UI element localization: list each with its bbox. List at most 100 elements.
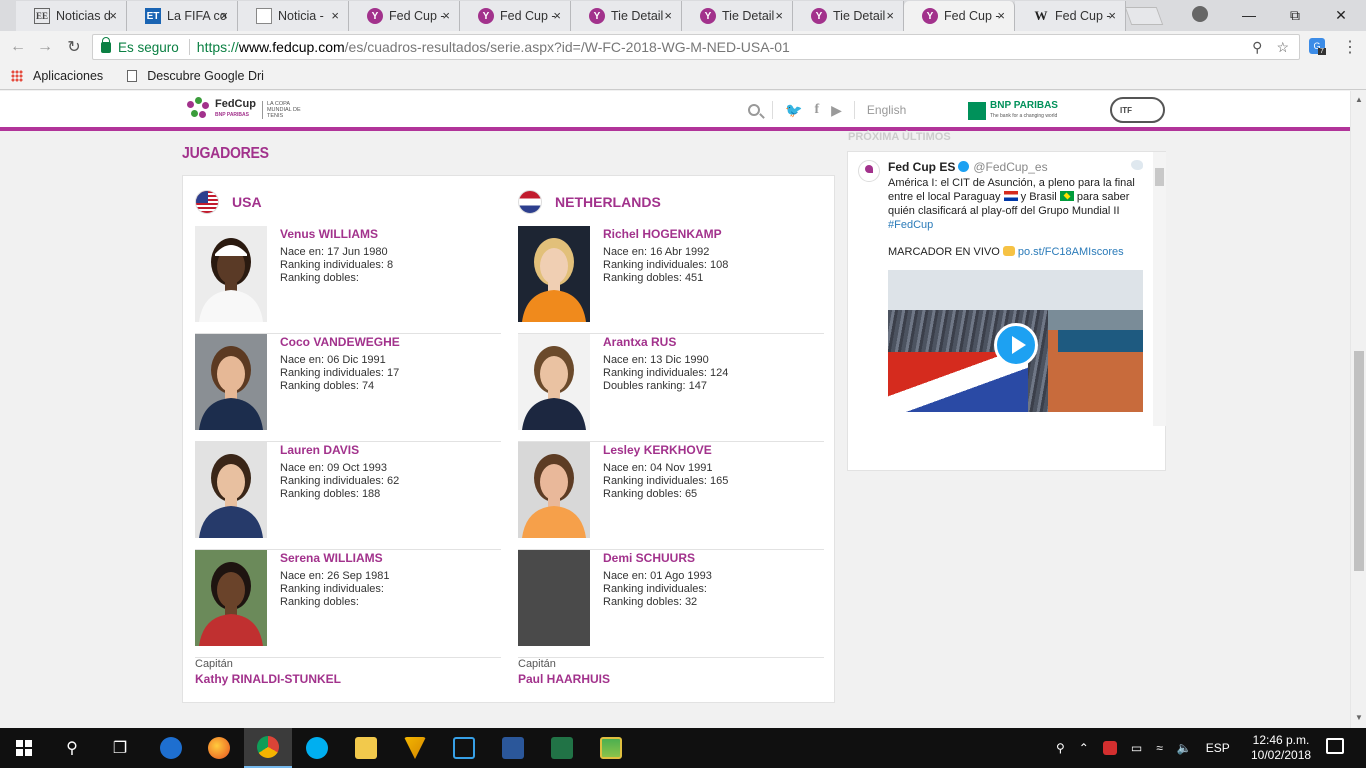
player-singles-ranking: Ranking individuales:: [280, 583, 384, 595]
player-photo[interactable]: [518, 226, 590, 322]
edge-app[interactable]: [147, 728, 195, 768]
address-bar[interactable]: Es seguro https:// www.fedcup.com /es/cu…: [92, 34, 1300, 60]
player-name-link[interactable]: Venus WILLIAMS: [280, 227, 378, 241]
vlc-app[interactable]: [391, 728, 439, 768]
tweet-video[interactable]: [888, 270, 1143, 412]
youtube-icon[interactable]: ▶: [831, 102, 842, 119]
tab-close-icon[interactable]: ×: [553, 8, 561, 23]
search-button[interactable]: ⚲: [48, 728, 96, 768]
browser-tab[interactable]: W Fed Cup - ×: [1015, 1, 1126, 31]
browser-tab[interactable]: Y Fed Cup - ×: [460, 1, 571, 31]
volume-icon[interactable]: 🔈: [1177, 741, 1192, 755]
scroll-up-icon[interactable]: ▲: [1355, 95, 1363, 104]
antivirus-icon[interactable]: [1102, 741, 1117, 755]
snipping-app[interactable]: [440, 728, 488, 768]
photos-app[interactable]: [587, 728, 635, 768]
people-icon[interactable]: ⚲: [1056, 741, 1065, 755]
excel-app[interactable]: [538, 728, 586, 768]
tab-close-icon[interactable]: ×: [1108, 8, 1116, 23]
page-scrollbar[interactable]: ▲ ▼: [1350, 91, 1366, 728]
player-name-link[interactable]: Lauren DAVIS: [280, 443, 359, 457]
browser-tab[interactable]: Y Tie Detail ×: [793, 1, 904, 31]
scroll-down-icon[interactable]: ▼: [1355, 713, 1363, 722]
forward-button[interactable]: →: [35, 37, 55, 57]
player-photo[interactable]: [195, 226, 267, 322]
player-doubles-ranking: Ranking dobles: 65: [603, 488, 698, 500]
player-name-link[interactable]: Serena WILLIAMS: [280, 551, 383, 565]
player-photo[interactable]: [518, 334, 590, 430]
tab-favicon-icon: Y: [589, 8, 605, 24]
player-name-link[interactable]: Richel HOGENKAMP: [603, 227, 722, 241]
tab-close-icon[interactable]: ×: [886, 8, 894, 23]
tab-close-icon[interactable]: ×: [442, 8, 450, 23]
browser-tab[interactable]: EE Noticias d ×: [16, 1, 127, 31]
fedcup-logo[interactable]: FedCup BNP PARIBAS LA COPA MUNDIAL DE TE…: [183, 95, 308, 125]
clock[interactable]: 12:46 p.m. 10/02/2018: [1251, 733, 1311, 763]
scrollbar-thumb[interactable]: [1354, 351, 1364, 571]
battery-icon[interactable]: ▭: [1131, 741, 1142, 755]
player-name-link[interactable]: Coco VANDEWEGHE: [280, 335, 400, 349]
player-name-link[interactable]: Lesley KERKHOVE: [603, 443, 712, 457]
captain-name-link[interactable]: Paul HAARHUIS: [518, 672, 610, 686]
language-link[interactable]: English: [867, 103, 906, 117]
tab-close-icon[interactable]: ×: [664, 8, 672, 23]
bookmark-google-drive[interactable]: Descubre Google Dri: [147, 69, 264, 83]
chrome-app[interactable]: [244, 728, 292, 768]
profile-icon[interactable]: [1192, 6, 1208, 22]
skype-app[interactable]: [293, 728, 341, 768]
tweet-author[interactable]: Fed Cup ES @FedCup_es: [888, 160, 1048, 174]
team-name[interactable]: USA: [232, 194, 262, 210]
player-name-link[interactable]: Demi SCHUURS: [603, 551, 695, 565]
tab-close-icon[interactable]: ×: [775, 8, 783, 23]
word-app[interactable]: [489, 728, 537, 768]
player-photo[interactable]: [518, 550, 590, 646]
firefox-app[interactable]: [195, 728, 243, 768]
minimize-button[interactable]: —: [1226, 0, 1272, 30]
itf-logo[interactable]: ITF: [1110, 97, 1165, 123]
wifi-icon[interactable]: ≈: [1156, 741, 1163, 755]
live-scores-link[interactable]: po.st/FC18AMIscores: [1018, 246, 1124, 258]
tab-close-icon[interactable]: ×: [997, 8, 1005, 23]
bookmark-star-icon[interactable]: ☆: [1276, 39, 1289, 56]
twitter-avatar[interactable]: [858, 160, 880, 182]
start-button[interactable]: [0, 728, 48, 768]
captain-name-link[interactable]: Kathy RINALDI-STUNKEL: [195, 672, 341, 686]
show-hidden-icons[interactable]: ⌃: [1079, 741, 1089, 755]
action-center-icon[interactable]: [1326, 738, 1344, 754]
back-button[interactable]: ←: [8, 37, 28, 57]
apps-grid-icon[interactable]: [11, 70, 23, 82]
bnp-paribas-logo[interactable]: BNP PARIBAS The bank for a changing worl…: [968, 101, 1058, 121]
language-indicator[interactable]: ESP: [1206, 741, 1230, 755]
facebook-icon[interactable]: f: [814, 102, 819, 118]
team-name[interactable]: NETHERLANDS: [555, 194, 661, 210]
player-photo[interactable]: [195, 334, 267, 430]
reload-button[interactable]: ↻: [64, 37, 84, 57]
task-view-button[interactable]: ❐: [96, 728, 144, 768]
browser-menu-icon[interactable]: ⋮: [1342, 37, 1358, 57]
browser-tab[interactable]: ET La FIFA co ×: [127, 1, 238, 31]
tab-close-icon[interactable]: ×: [109, 8, 117, 23]
widget-scrollbar[interactable]: [1153, 152, 1166, 426]
player-photo[interactable]: [195, 550, 267, 646]
player-name-link[interactable]: Arantxa RUS: [603, 335, 676, 349]
browser-tab[interactable]: Y Fed Cup - ×: [904, 1, 1015, 31]
bookmark-apps[interactable]: Aplicaciones: [33, 69, 103, 83]
twitter-icon[interactable]: 🐦: [785, 102, 802, 119]
security-label: Es seguro: [118, 39, 179, 55]
browser-tab[interactable]: Y Tie Detail ×: [571, 1, 682, 31]
file-explorer-app[interactable]: [342, 728, 390, 768]
maximize-button[interactable]: ⧉: [1272, 0, 1318, 30]
browser-tab[interactable]: Y Tie Detail ×: [682, 1, 793, 31]
zoom-icon[interactable]: ⚲: [1252, 39, 1262, 56]
tab-close-icon[interactable]: ×: [220, 8, 228, 23]
play-icon[interactable]: [994, 323, 1038, 367]
hashtag-link[interactable]: #FedCup: [888, 219, 933, 231]
tab-close-icon[interactable]: ×: [331, 8, 339, 23]
player-photo[interactable]: [195, 442, 267, 538]
browser-tab[interactable]: Noticia - ×: [238, 1, 349, 31]
player-photo[interactable]: [518, 442, 590, 538]
close-window-button[interactable]: ✕: [1318, 0, 1364, 30]
browser-tab[interactable]: Y Fed Cup - ×: [349, 1, 460, 31]
search-icon[interactable]: [748, 104, 760, 116]
new-tab-button[interactable]: [1124, 7, 1164, 25]
